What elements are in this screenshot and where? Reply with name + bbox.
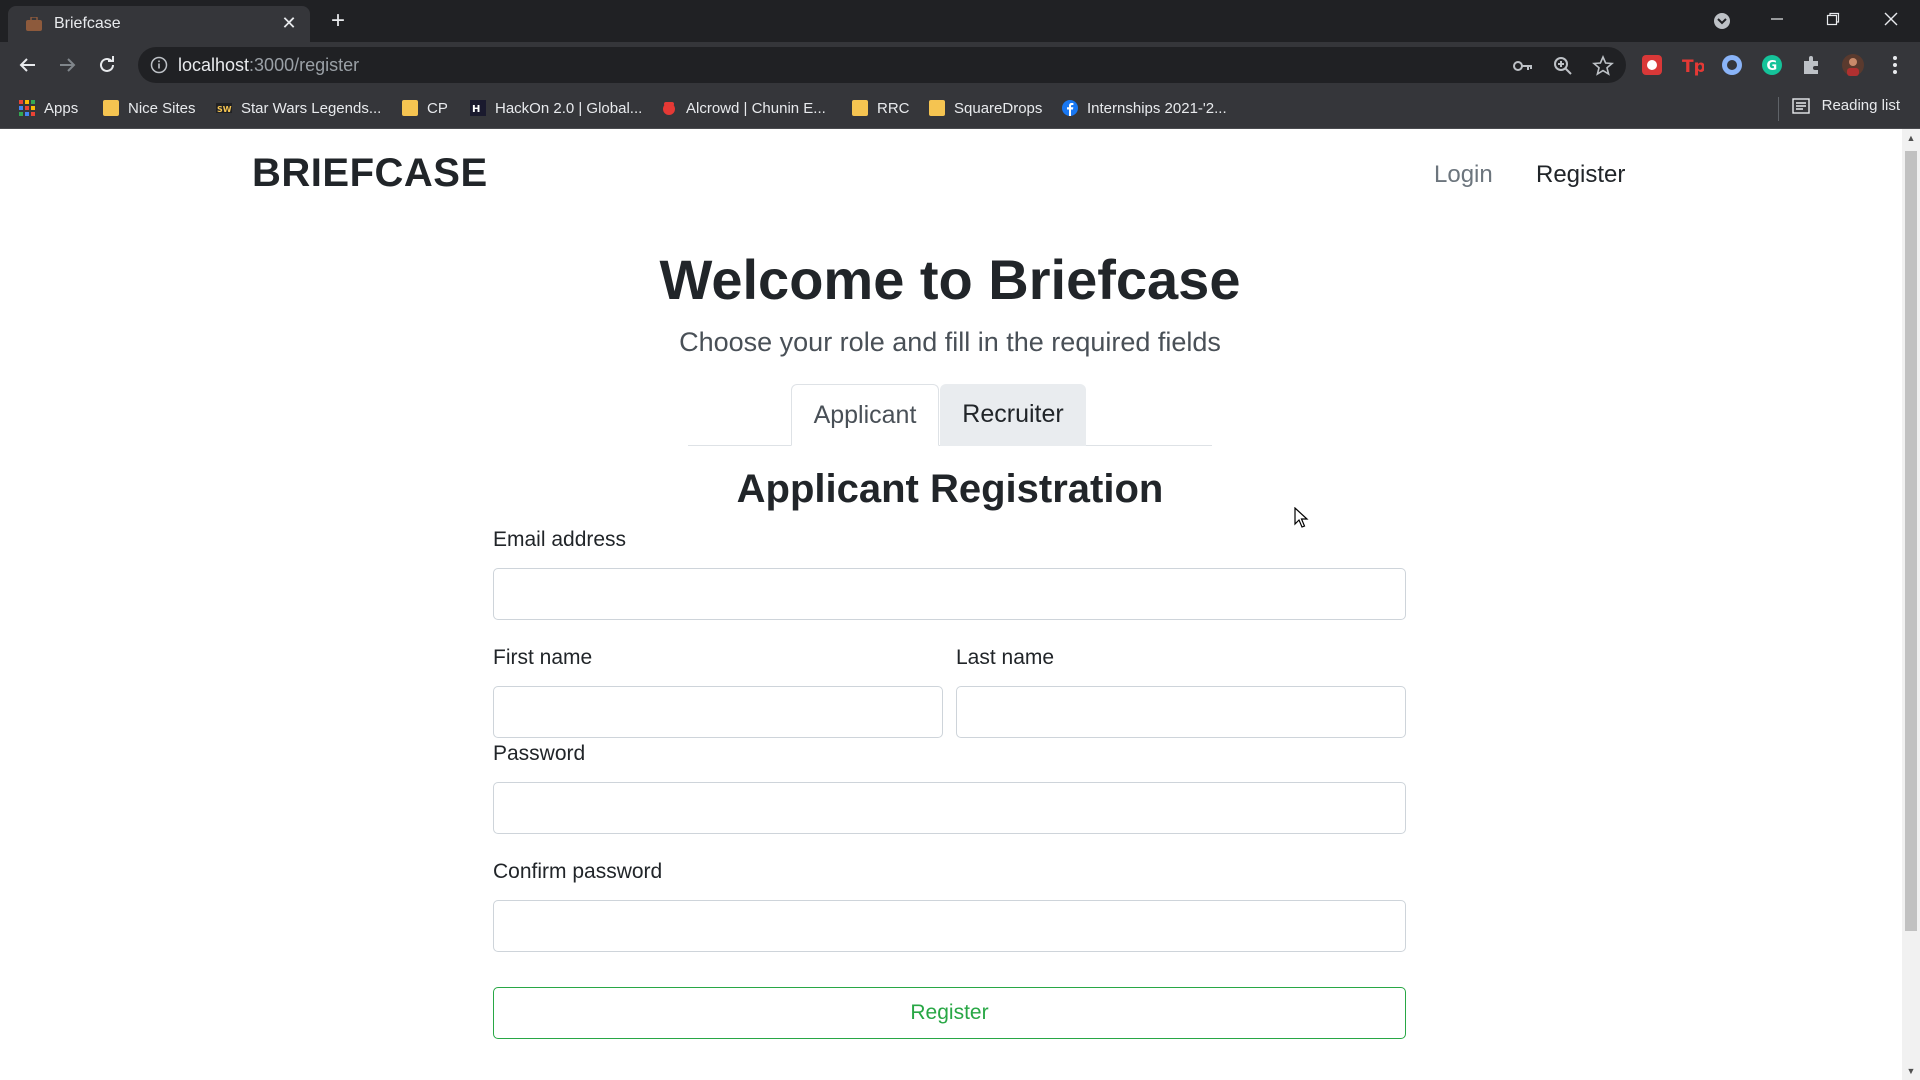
bookmark-label: Alcrowd | Chunin E... bbox=[686, 99, 826, 117]
bookmark-apps[interactable]: Apps bbox=[19, 97, 78, 119]
close-window-icon[interactable] bbox=[1876, 8, 1906, 32]
svg-text:H: H bbox=[472, 104, 480, 115]
svg-text:Tp: Tp bbox=[1682, 57, 1704, 77]
brand-logo[interactable]: BRIEFCASE bbox=[252, 151, 488, 196]
folder-icon bbox=[103, 100, 119, 116]
minimize-icon[interactable] bbox=[1762, 8, 1792, 32]
bookmark-label: Nice Sites bbox=[128, 99, 196, 117]
aicrowd-icon bbox=[663, 102, 675, 115]
page-subtitle: Choose your role and fill in the require… bbox=[679, 327, 1221, 357]
scroll-down-icon[interactable]: ▼ bbox=[1906, 1066, 1916, 1076]
bookmark-star-icon[interactable] bbox=[1592, 55, 1614, 77]
bookmark-label: Star Wars Legends... bbox=[241, 99, 382, 117]
scroll-up-icon[interactable]: ▲ bbox=[1906, 133, 1916, 143]
hackon-icon: H bbox=[470, 100, 486, 116]
page-scrollbar[interactable]: ▲ ▼ bbox=[1902, 129, 1920, 1080]
apps-grid-icon bbox=[19, 100, 35, 116]
browser-tabstrip: Briefcase ✕ + bbox=[0, 0, 1920, 42]
extension-red-icon[interactable] bbox=[1640, 53, 1664, 77]
bookmark-aicrowd[interactable]: Alcrowd | Chunin E... bbox=[661, 97, 826, 119]
reading-list-button[interactable]: Reading list bbox=[1791, 97, 1900, 114]
site-info-icon[interactable] bbox=[150, 56, 168, 74]
folder-icon bbox=[929, 100, 945, 116]
email-label: Email address bbox=[493, 528, 627, 551]
star-wars-icon: SW bbox=[216, 103, 232, 114]
browser-tab-briefcase[interactable]: Briefcase ✕ bbox=[8, 6, 310, 42]
browser-toolbar: localhost:3000/register Tp G bbox=[0, 42, 1920, 88]
back-icon[interactable] bbox=[13, 50, 43, 80]
reading-list-icon bbox=[1791, 97, 1810, 114]
profile-avatar-icon[interactable] bbox=[1841, 53, 1865, 77]
first-name-label: First name bbox=[493, 646, 593, 669]
extension-tp-icon[interactable]: Tp bbox=[1680, 53, 1704, 77]
last-name-field[interactable] bbox=[956, 686, 1406, 738]
email-field[interactable] bbox=[493, 568, 1406, 620]
zoom-icon[interactable] bbox=[1552, 55, 1574, 77]
page-title: Welcome to Briefcase bbox=[659, 248, 1241, 311]
forward-icon[interactable] bbox=[52, 50, 82, 80]
extensions-puzzle-icon[interactable] bbox=[1800, 53, 1824, 77]
mouse-cursor-icon bbox=[1294, 507, 1309, 528]
extension-blue-circle-icon[interactable] bbox=[1720, 53, 1744, 77]
tab-title: Briefcase bbox=[54, 15, 121, 32]
bookmark-star-wars[interactable]: SW Star Wars Legends... bbox=[216, 97, 381, 119]
confirm-password-label: Confirm password bbox=[493, 860, 663, 883]
bookmark-label: SquareDrops bbox=[954, 99, 1043, 117]
key-icon[interactable] bbox=[1512, 55, 1534, 77]
page-viewport: BRIEFCASE Login Register Welcome to Brie… bbox=[0, 129, 1902, 1080]
bookmarks-separator bbox=[1778, 97, 1779, 121]
bookmark-label: Apps bbox=[44, 99, 79, 117]
bookmark-label: Internships 2021-'2... bbox=[1087, 99, 1227, 117]
new-tab-button[interactable]: + bbox=[324, 8, 352, 36]
briefcase-favicon-icon bbox=[26, 17, 42, 31]
svg-text:SW: SW bbox=[217, 105, 232, 114]
chrome-menu-icon[interactable] bbox=[1883, 53, 1907, 77]
bookmark-hackon[interactable]: H HackOn 2.0 | Global... bbox=[470, 97, 642, 119]
facebook-icon bbox=[1062, 100, 1078, 116]
url-host: localhost bbox=[178, 55, 250, 75]
nav-register-link[interactable]: Register bbox=[1536, 161, 1625, 189]
confirm-password-field[interactable] bbox=[493, 900, 1406, 952]
tab-close-icon[interactable]: ✕ bbox=[278, 12, 300, 34]
svg-text:G: G bbox=[1767, 59, 1778, 74]
bookmarks-bar: Apps Nice Sites SW Star Wars Legends... … bbox=[0, 88, 1920, 129]
password-field[interactable] bbox=[493, 782, 1406, 834]
bookmark-label: CP bbox=[427, 99, 448, 117]
tab-applicant[interactable]: Applicant bbox=[791, 384, 939, 446]
reading-list-label: Reading list bbox=[1821, 97, 1900, 114]
folder-icon bbox=[402, 100, 418, 116]
url-text[interactable]: localhost:3000/register bbox=[178, 55, 359, 76]
bookmark-squaredrops[interactable]: SquareDrops bbox=[929, 97, 1042, 119]
restore-icon[interactable] bbox=[1818, 8, 1848, 32]
grammarly-icon[interactable]: G bbox=[1760, 53, 1784, 77]
bookmark-rrc[interactable]: RRC bbox=[852, 97, 910, 119]
password-label: Password bbox=[493, 742, 586, 765]
scrollbar-thumb[interactable] bbox=[1905, 151, 1917, 931]
bookmark-internships[interactable]: Internships 2021-'2... bbox=[1062, 97, 1227, 119]
bookmark-label: HackOn 2.0 | Global... bbox=[495, 99, 643, 117]
form-title: Applicant Registration bbox=[736, 467, 1164, 511]
tab-search-icon[interactable] bbox=[1707, 8, 1737, 32]
bookmark-nice-sites[interactable]: Nice Sites bbox=[103, 97, 196, 119]
bookmark-cp[interactable]: CP bbox=[402, 97, 448, 119]
folder-icon bbox=[852, 100, 868, 116]
tab-recruiter[interactable]: Recruiter bbox=[940, 384, 1086, 446]
register-button[interactable]: Register bbox=[493, 987, 1406, 1039]
reload-icon[interactable] bbox=[92, 50, 122, 80]
last-name-label: Last name bbox=[956, 646, 1055, 669]
url-path: :3000/register bbox=[249, 55, 360, 75]
first-name-field[interactable] bbox=[493, 686, 943, 738]
address-bar[interactable]: localhost:3000/register bbox=[138, 47, 1626, 83]
bookmark-label: RRC bbox=[877, 99, 910, 117]
nav-login-link[interactable]: Login bbox=[1434, 161, 1493, 189]
